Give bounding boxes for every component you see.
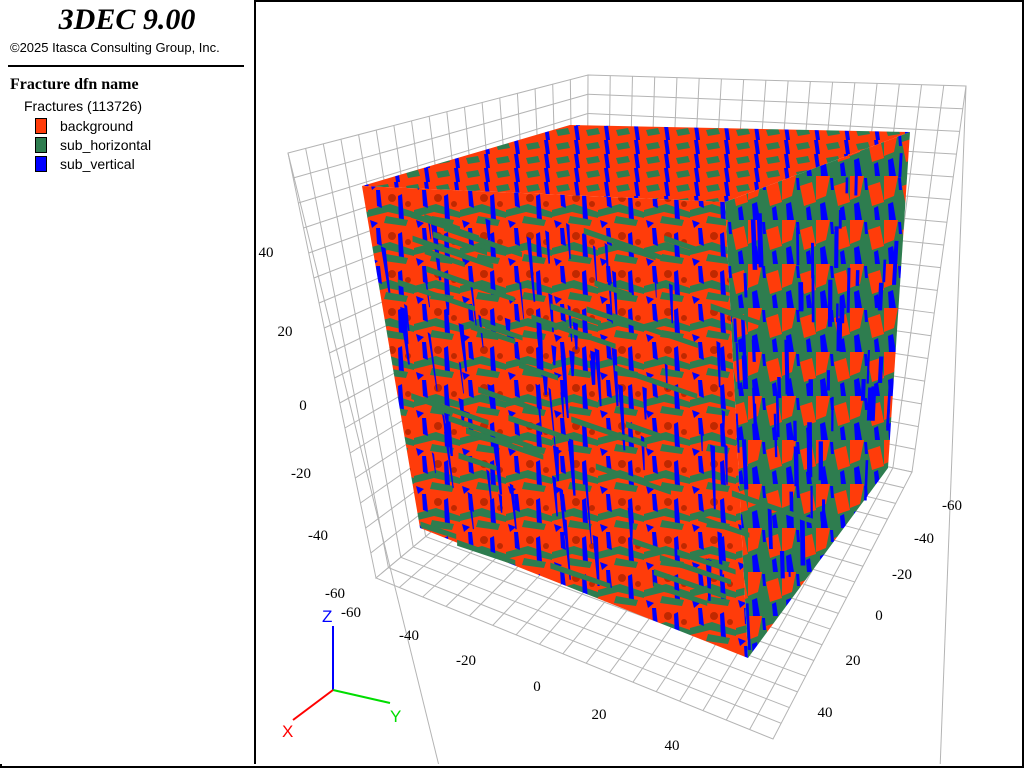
legend-swatch-sub-vertical — [35, 156, 47, 172]
y-tick-label: -20 — [892, 567, 912, 583]
z-tick-label: 20 — [278, 324, 293, 340]
fracture-sub-vertical — [788, 559, 791, 577]
fracture-sub-vertical — [799, 518, 806, 566]
fracture-sub-vertical — [808, 379, 814, 397]
fracture-sub-vertical — [860, 378, 866, 401]
z-tick-label: 40 — [259, 245, 274, 261]
fracture-sub-vertical — [796, 227, 800, 266]
fracture-sub-vertical — [845, 177, 849, 194]
y-tick-label: -60 — [942, 498, 962, 514]
x-tick-label: -60 — [341, 605, 361, 621]
y-tick-label: 0 — [875, 608, 883, 624]
fracture-sub-vertical — [818, 441, 823, 481]
z-tick-label: 0 — [299, 398, 307, 414]
legend-swatch-sub-horizontal — [35, 137, 47, 153]
triad-y-axis — [332, 689, 391, 704]
legend-group-label: Fractures (113726) — [24, 98, 143, 114]
fracture-sub-vertical — [834, 226, 839, 268]
y-tick-label: 20 — [846, 653, 861, 669]
z-tick-label: -20 — [291, 466, 311, 482]
axis-triad: Z Y X — [282, 607, 401, 741]
legend-swatch-background — [35, 118, 47, 134]
fracture-sub-vertical — [822, 499, 826, 519]
y-tick-label: 40 — [818, 705, 833, 721]
model-viewport[interactable]: 40 20 0 -20 -40 -60 -60 -40 -20 0 20 40 -60 -40 -20 0 20… — [256, 0, 1020, 764]
model-3d-view[interactable]: 40 20 0 -20 -40 -60 -60 -40 -20 0 20 40 -60 -40 -20 0 20… — [256, 0, 1020, 764]
fracture-sub-vertical — [827, 279, 833, 327]
legend-label: background — [60, 118, 134, 134]
fracture-sub-vertical — [779, 550, 785, 579]
triad-x-label: X — [282, 722, 293, 741]
legend-label: sub_vertical — [60, 156, 135, 172]
fracture-sub-vertical — [811, 274, 815, 323]
x-tick-label: -40 — [399, 628, 419, 644]
fracture-sub-vertical — [793, 420, 797, 442]
y-tick-label: -40 — [914, 531, 934, 547]
fracture-sub-vertical — [855, 270, 860, 286]
fracture-sub-vertical — [798, 282, 804, 312]
fracture-sub-vertical — [810, 485, 813, 520]
z-tick-label: -40 — [308, 528, 328, 544]
fracture-sub-vertical — [811, 242, 815, 279]
fracture-sub-vertical — [806, 433, 810, 481]
legend-label: sub_horizontal — [60, 137, 152, 153]
legend-heading: Fracture dfn name — [10, 76, 139, 93]
legend-panel: 3DEC 9.00 ©2025 Itasca Consulting Group,… — [0, 0, 256, 764]
triad-z-label: Z — [322, 607, 332, 626]
copyright-text: ©2025 Itasca Consulting Group, Inc. — [10, 40, 220, 55]
legend-divider — [8, 65, 244, 67]
fracture-sub-vertical — [838, 209, 842, 229]
x-tick-label: -20 — [456, 653, 476, 669]
fracture-sub-vertical — [793, 446, 799, 487]
x-tick-label: 0 — [533, 679, 541, 695]
fracture-sub-vertical — [831, 396, 834, 432]
triad-y-label: Y — [390, 707, 401, 726]
fracture-sub-vertical — [826, 370, 831, 391]
fracture-sub-vertical — [854, 175, 858, 196]
x-tick-label: 20 — [592, 707, 607, 723]
z-tick-label: -60 — [325, 586, 345, 602]
app-title: 3DEC 9.00 — [58, 3, 196, 36]
triad-x-axis — [292, 689, 334, 721]
x-tick-label: 40 — [665, 738, 680, 754]
fracture-sub-vertical — [777, 377, 782, 399]
